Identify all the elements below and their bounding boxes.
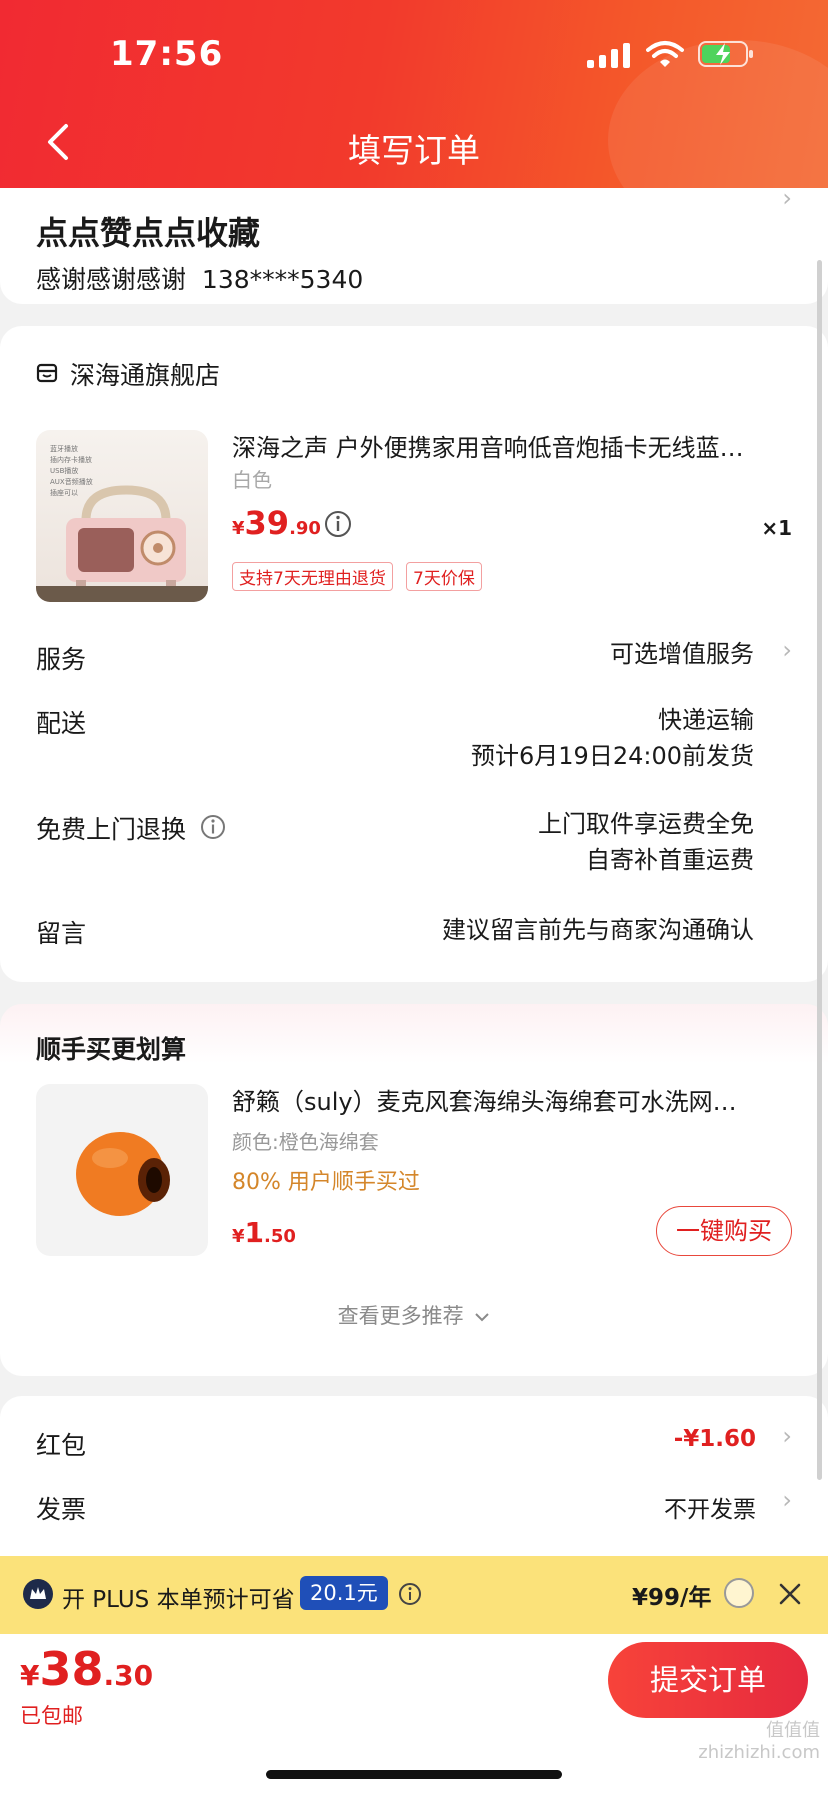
chevron-right-icon: › <box>782 1422 792 1450</box>
addon-social-proof: 80% 用户顺手买过 <box>232 1170 420 1195</box>
scrollbar[interactable] <box>817 260 822 1480</box>
caption-line: USB播放 <box>50 467 79 475</box>
chevron-right-icon: › <box>782 1486 792 1514</box>
plus-membership-bar[interactable]: 开 PLUS 本单预计可省 20.1元 ¥99/年 <box>0 1556 828 1634</box>
home-indicator[interactable] <box>266 1770 562 1779</box>
price-symbol: ¥ <box>232 1226 245 1247</box>
plus-price: ¥99/年 <box>632 1585 712 1611</box>
plus-savings-badge: 20.1元 <box>300 1576 388 1610</box>
product-price: ¥39.90 <box>232 504 321 542</box>
product-title[interactable]: 深海之声 户外便携家用音响低音炮插卡无线蓝… <box>232 428 782 463</box>
addon-price: ¥1.50 <box>232 1216 296 1249</box>
free-shipping-label: 已包邮 <box>20 1704 83 1728</box>
address-card[interactable]: 点点赞点点收藏 感谢感谢感谢 138****5340 › <box>0 184 828 304</box>
status-time: 17:56 <box>110 34 224 74</box>
price-decimal: .90 <box>289 518 321 539</box>
plus-crown-icon <box>23 1579 53 1609</box>
chevron-right-icon: › <box>782 184 792 212</box>
recipient-phone: 138****5340 <box>201 265 364 294</box>
caption-line: 插内存卡播放 <box>50 456 92 464</box>
free-return-line2: 自寄补首重运费 <box>586 846 754 874</box>
invoice-value[interactable]: 不开发票 <box>664 1490 756 1524</box>
addon-card: 顺手买更划算 舒籁（suly）麦克风套海绵头海绵套可水洗网… 颜色:橙色海绵套 … <box>0 1004 828 1376</box>
product-image-base <box>36 586 208 602</box>
submit-order-button[interactable]: 提交订单 <box>608 1642 808 1718</box>
radio-speaker-illustration <box>66 485 186 588</box>
price-symbol: ¥ <box>20 1659 40 1692</box>
info-icon[interactable] <box>398 1582 422 1606</box>
addon-title: 顺手买更划算 <box>36 1035 187 1064</box>
message-input[interactable]: 建议留言前先与商家沟通确认 <box>442 912 754 948</box>
red-packet-value[interactable]: -¥1.60 <box>674 1426 756 1452</box>
product-quantity: ×1 <box>761 516 792 540</box>
caption-line: 蓝牙播放 <box>50 445 78 453</box>
return-policy-tag: 支持7天无理由退货 <box>232 562 393 591</box>
chevron-down-icon <box>475 1313 490 1322</box>
info-icon[interactable] <box>200 814 226 840</box>
addon-product-variant: 颜色:橙色海绵套 <box>232 1130 379 1154</box>
order-card: 深海通旗舰店 蓝牙播放 插内存卡播放 USB播放 AUX音频播放 插座可以 深海… <box>0 326 828 982</box>
service-label: 服务 <box>36 645 87 674</box>
price-decimal: .50 <box>264 1226 296 1247</box>
free-return-label: 免费上门退换 <box>36 815 187 844</box>
delivery-estimate: 预计6月19日24:00前发货 <box>471 742 754 770</box>
see-more-recommendations[interactable]: 查看更多推荐 <box>0 1300 828 1330</box>
watermark: 值值值 zhizhizhi.com <box>698 1720 820 1763</box>
total-price: ¥38.30 <box>20 1642 153 1696</box>
close-icon[interactable] <box>778 1582 802 1606</box>
chevron-right-icon: › <box>782 636 792 664</box>
wifi-icon <box>646 41 684 67</box>
recipient-alias: 感谢感谢感谢 <box>36 265 187 294</box>
order-header: 17:56 填写订单 <box>0 0 828 188</box>
message-label: 留言 <box>36 919 87 948</box>
recipient-name: 点点赞点点收藏 <box>36 214 261 252</box>
delivery-method[interactable]: 快递运输 <box>658 702 754 738</box>
price-integer: 39 <box>244 504 290 542</box>
battery-charging-icon <box>698 41 753 67</box>
info-icon[interactable] <box>324 510 352 538</box>
store-name[interactable]: 深海通旗舰店 <box>70 356 220 392</box>
store-icon <box>36 363 58 383</box>
orange-sponge-illustration <box>76 1132 170 1216</box>
free-return-line1: 上门取件享运费全免 <box>538 810 754 838</box>
recipient-contact: 感谢感谢感谢 138****5340 <box>36 260 363 296</box>
price-integer: 1 <box>244 1216 265 1249</box>
addon-product-title[interactable]: 舒籁（suly）麦克风套海绵头海绵套可水洗网… <box>232 1082 792 1117</box>
delivery-label: 配送 <box>36 709 87 738</box>
product-variant[interactable]: 白色 <box>232 464 272 493</box>
red-packet-label: 红包 <box>36 1431 87 1460</box>
addon-product-image[interactable] <box>36 1084 208 1256</box>
service-value[interactable]: 可选增值服务 <box>610 636 754 672</box>
price-decimal: .30 <box>103 1659 154 1692</box>
see-more-label: 查看更多推荐 <box>337 1304 464 1328</box>
product-image[interactable]: 蓝牙播放 插内存卡播放 USB播放 AUX音频播放 插座可以 <box>36 430 208 602</box>
payment-options-card: 红包 -¥1.60 › 发票 不开发票 › <box>0 1396 828 1576</box>
page-title: 填写订单 <box>348 131 480 170</box>
invoice-label: 发票 <box>36 1495 87 1524</box>
plus-select-radio[interactable] <box>724 1578 754 1608</box>
price-protect-tag: 7天价保 <box>406 562 482 591</box>
cellular-signal-icon <box>587 43 630 68</box>
price-integer: 38 <box>39 1642 104 1696</box>
plus-promo-text: 开 PLUS 本单预计可省 <box>62 1587 295 1613</box>
price-symbol: ¥ <box>232 518 245 539</box>
one-click-buy-button[interactable]: 一键购买 <box>656 1206 792 1256</box>
